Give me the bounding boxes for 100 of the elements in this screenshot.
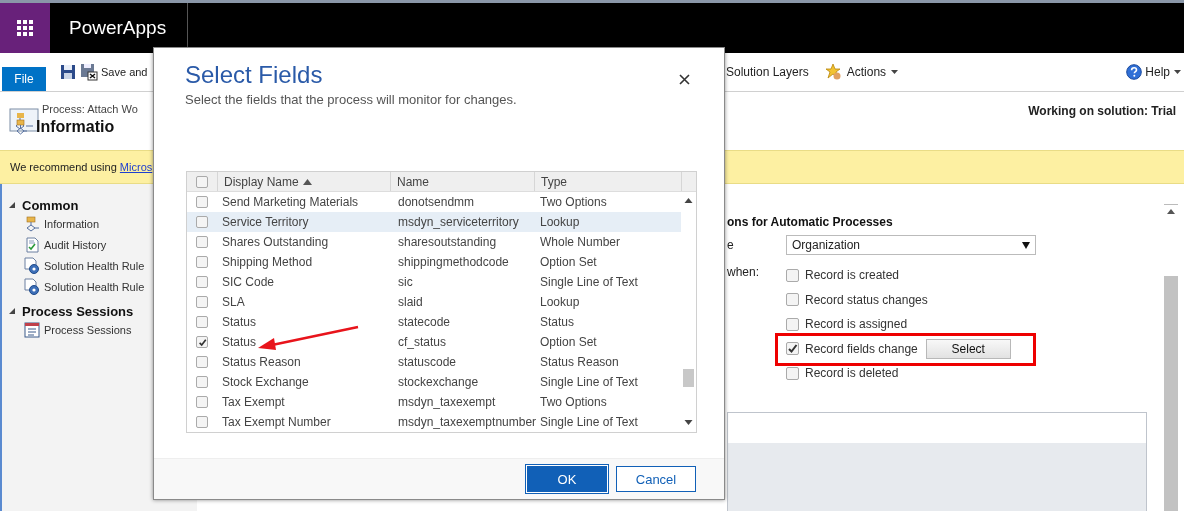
row-checkbox[interactable] <box>196 376 208 388</box>
type-cell: Two Options <box>540 195 607 209</box>
save-close-icon[interactable] <box>80 63 98 81</box>
type-cell: Lookup <box>540 295 580 309</box>
nav-item[interactable]: Process Sessions <box>44 323 132 336</box>
checkbox[interactable] <box>786 317 799 331</box>
ok-button[interactable]: OK <box>526 465 608 493</box>
nav-group-label[interactable]: Common <box>22 197 79 213</box>
actions-menu[interactable]: Actions <box>846 65 887 79</box>
grid-row[interactable]: Status statecode Status <box>187 312 681 332</box>
type-cell: Status <box>540 315 575 329</box>
app-launcher-button[interactable] <box>0 3 50 53</box>
grid-row[interactable]: Service Territory msdyn_serviceterritory Lookup <box>187 212 681 232</box>
column-header[interactable]: Display Name <box>217 172 390 191</box>
row-checkbox[interactable] <box>196 216 208 228</box>
column-header[interactable]: Name <box>390 172 534 191</box>
type-cell: Single Line of Text <box>540 415 638 429</box>
command-button[interactable]: Solution Layers <box>726 65 809 79</box>
grid-row[interactable]: Send Marketing Materials donotsendmm Two Options <box>187 192 681 212</box>
display-name-cell: Tax Exempt <box>222 395 285 409</box>
name-cell: sic <box>398 275 413 289</box>
cancel-button[interactable]: Cancel <box>616 466 696 492</box>
column-header[interactable]: Type <box>534 172 681 191</box>
row-checkbox[interactable] <box>196 276 208 288</box>
grid-row[interactable]: SIC Code sic Single Line of Text <box>187 272 681 292</box>
save-and-close-button[interactable]: Save and <box>101 66 148 78</box>
nav-item[interactable]: Solution Health Rule <box>44 259 145 272</box>
nav-item[interactable]: Information <box>44 217 100 230</box>
nav-item[interactable]: Solution Health Rule <box>44 280 145 293</box>
checkbox-label: Record fields change <box>805 341 918 356</box>
name-cell: shippingmethodcode <box>398 255 509 269</box>
display-name-cell: Status <box>222 315 257 329</box>
checkbox[interactable] <box>786 366 799 380</box>
field-label: e <box>727 238 735 252</box>
row-checkbox[interactable] <box>196 416 208 428</box>
dialog-title: Select Fields <box>185 61 323 89</box>
save-icon[interactable] <box>60 64 76 80</box>
checkbox[interactable] <box>786 268 799 282</box>
checkbox[interactable] <box>786 293 799 307</box>
grid-row[interactable]: Shares Outstanding sharesoutstanding Whole Number <box>187 232 681 252</box>
row-checkbox[interactable] <box>196 336 208 348</box>
select-button[interactable]: Select <box>925 338 1011 359</box>
type-cell: Single Line of Text <box>540 275 638 289</box>
row-checkbox[interactable] <box>196 236 208 248</box>
field-label: when: <box>727 264 761 279</box>
name-cell: sharesoutstanding <box>398 235 497 249</box>
expand-icon[interactable] <box>8 307 16 315</box>
close-button[interactable] <box>677 72 692 87</box>
document-check-icon <box>24 236 40 253</box>
file-tab[interactable]: File <box>2 67 46 91</box>
row-checkbox[interactable] <box>196 196 208 208</box>
expand-icon[interactable] <box>8 201 16 209</box>
grid-row[interactable]: Status cf_status Option Set <box>187 332 681 352</box>
scrollbar[interactable] <box>1164 204 1178 511</box>
row-checkbox[interactable] <box>196 296 208 308</box>
grid-row[interactable]: Tax Exempt msdyn_taxexempt Two Options <box>187 392 681 412</box>
name-cell: statecode <box>398 315 451 329</box>
dropdown-arrow-icon <box>1022 241 1030 249</box>
checkbox-label: Record status changes <box>805 292 928 307</box>
display-name-cell: Stock Exchange <box>222 375 309 389</box>
notice-link[interactable]: Micros <box>119 161 153 173</box>
waffle-icon <box>17 20 33 36</box>
type-cell: Whole Number <box>540 235 621 249</box>
row-checkbox[interactable] <box>196 396 208 408</box>
row-checkbox[interactable] <box>196 356 208 368</box>
nav-item[interactable]: Audit History <box>44 238 107 251</box>
process-subtitle: Process: Attach Wo <box>42 103 138 115</box>
row-checkbox[interactable] <box>196 316 208 328</box>
display-name-cell: Send Marketing Materials <box>222 195 359 209</box>
solution-label: Working on solution: Trial <box>1028 104 1176 118</box>
checkbox-label: Record is deleted <box>805 366 899 381</box>
grid-row[interactable]: SLA slaid Lookup <box>187 292 681 312</box>
grid-row[interactable]: Tax Exempt Number msdyn_taxexemptnumber Single Line of Text <box>187 412 681 432</box>
grid-row[interactable]: Status Reason statuscode Status Reason <box>187 352 681 372</box>
grid-row[interactable]: Stock Exchange stockexchange Single Line of Text <box>187 372 681 392</box>
type-cell: Status Reason <box>540 355 619 369</box>
name-cell: cf_status <box>398 335 447 349</box>
name-cell: donotsendmm <box>398 195 475 209</box>
nav-group-label[interactable]: Process Sessions <box>22 303 134 319</box>
checkbox[interactable] <box>786 342 799 356</box>
name-cell: stockexchange <box>398 375 479 389</box>
help-icon <box>1126 64 1143 80</box>
process-icon <box>14 119 28 135</box>
select-all-checkbox[interactable] <box>196 175 208 188</box>
notice-text: We recommend using <box>10 161 118 173</box>
section-heading: ons for Automatic Processes <box>727 215 894 229</box>
checkbox-label: Record is assigned <box>805 317 908 332</box>
star-icon <box>824 63 843 81</box>
window-list-icon <box>24 321 40 338</box>
grid-row[interactable]: Shipping Method shippingmethodcode Option Set <box>187 252 681 272</box>
name-cell: msdyn_taxexempt <box>398 395 496 409</box>
process-icon <box>24 215 40 232</box>
help-menu[interactable]: Help <box>1145 65 1170 79</box>
dialog-subtitle: Select the fields that the process will monitor for changes. <box>185 92 518 107</box>
type-cell: Option Set <box>540 255 597 269</box>
display-name-cell: Status <box>222 335 257 349</box>
row-checkbox[interactable] <box>196 256 208 268</box>
name-cell: slaid <box>398 295 423 309</box>
display-name-cell: Shares Outstanding <box>222 235 329 249</box>
scope-dropdown[interactable]: Organization <box>786 235 1036 255</box>
